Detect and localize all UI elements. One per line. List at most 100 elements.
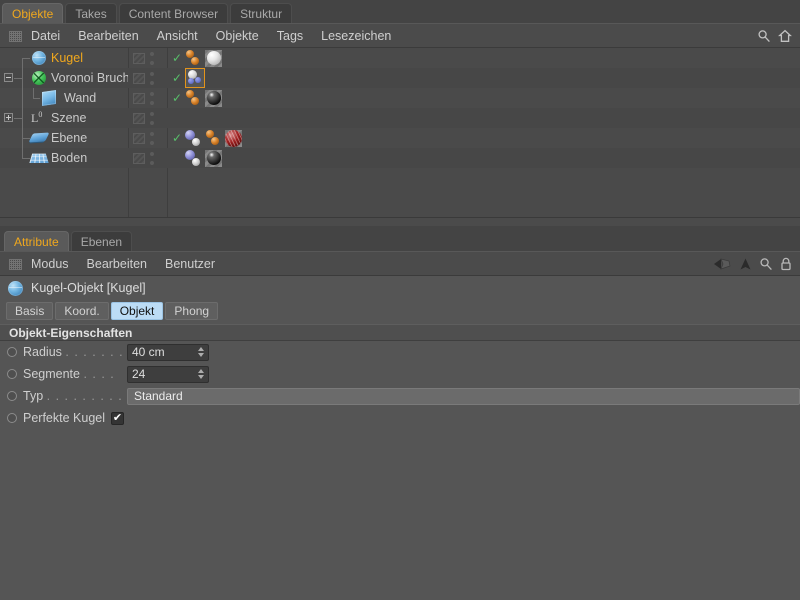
floor-object-icon[interactable] — [29, 153, 49, 163]
sub-tab-koord[interactable]: Koord. — [55, 302, 109, 320]
menu-ansicht[interactable]: Ansicht — [148, 26, 207, 46]
lock-icon[interactable] — [780, 257, 792, 271]
expand-toggle-plus-icon[interactable] — [4, 113, 13, 122]
black-material-tag-icon[interactable] — [205, 149, 222, 167]
grip-handle-icon[interactable] — [9, 258, 22, 270]
visibility-dots-icon[interactable] — [149, 71, 154, 85]
row-visibility-cell[interactable] — [128, 128, 167, 148]
sub-tab-basis[interactable]: Basis — [6, 302, 54, 320]
radius-input[interactable]: 40 cm — [127, 343, 209, 361]
scene-null-object-icon[interactable]: L0 — [31, 110, 47, 125]
row-tags-cell[interactable]: ✓ — [167, 48, 800, 68]
history-back-icon[interactable] — [712, 257, 732, 271]
segmente-stepper-icon[interactable] — [197, 368, 205, 381]
enabled-check-icon[interactable]: ✓ — [172, 132, 182, 144]
row-tags-cell[interactable]: ✓ — [167, 148, 800, 168]
visibility-dots-icon[interactable] — [149, 151, 154, 165]
visibility-chip-icon[interactable] — [133, 152, 145, 164]
grip-handle-icon[interactable] — [9, 30, 22, 42]
dynamics-tag-icon[interactable] — [185, 149, 202, 167]
orange-tag-pair-icon[interactable] — [185, 89, 202, 107]
red-material-tag-icon[interactable] — [225, 129, 242, 147]
visibility-chip-icon[interactable] — [133, 52, 145, 64]
menu-tags[interactable]: Tags — [268, 26, 312, 46]
tab-objekte[interactable]: Objekte — [2, 3, 64, 24]
menu-bearbeiten[interactable]: Bearbeiten — [69, 26, 147, 46]
table-row[interactable]: Kugel ✓ — [0, 48, 800, 68]
table-row[interactable]: Boden ✓ — [0, 148, 800, 168]
object-name[interactable]: Kugel — [51, 51, 83, 65]
object-name[interactable]: Voronoi Bruch — [51, 71, 128, 85]
row-name-cell[interactable]: L0 Szene — [0, 108, 128, 128]
menu-modus[interactable]: Modus — [22, 254, 78, 274]
tab-attribute[interactable]: Attribute — [4, 231, 69, 252]
visibility-chip-icon[interactable] — [133, 112, 145, 124]
row-tags-cell[interactable]: ✓ — [167, 108, 800, 128]
row-visibility-cell[interactable] — [128, 108, 167, 128]
perfekte-kugel-checkbox[interactable]: ✔ — [111, 411, 124, 425]
menu-benutzer[interactable]: Benutzer — [156, 254, 224, 274]
cube-object-icon[interactable] — [42, 90, 56, 106]
tab-ebenen[interactable]: Ebenen — [70, 231, 133, 252]
search-icon[interactable] — [757, 29, 771, 43]
enabled-check-icon[interactable]: ✓ — [172, 92, 182, 104]
animate-radio-icon[interactable] — [7, 369, 17, 379]
navigate-up-icon[interactable] — [739, 257, 752, 271]
menu-datei[interactable]: Datei — [22, 26, 69, 46]
sub-tab-phong[interactable]: Phong — [165, 302, 219, 320]
object-name[interactable]: Szene — [51, 111, 86, 125]
animate-radio-icon[interactable] — [7, 413, 17, 423]
visibility-chip-icon[interactable] — [133, 92, 145, 104]
object-name[interactable]: Ebene — [51, 131, 87, 145]
row-visibility-cell[interactable] — [128, 148, 167, 168]
tab-struktur[interactable]: Struktur — [230, 3, 293, 24]
visibility-dots-icon[interactable] — [149, 91, 154, 105]
row-name-cell[interactable]: Ebene — [0, 128, 128, 148]
radius-stepper-icon[interactable] — [197, 346, 205, 359]
row-name-cell[interactable]: Voronoi Bruch — [0, 68, 128, 88]
menu-objekte[interactable]: Objekte — [207, 26, 268, 46]
row-visibility-cell[interactable] — [128, 68, 167, 88]
row-name-cell[interactable]: Kugel — [0, 48, 128, 68]
plane-object-icon[interactable] — [28, 132, 50, 143]
enabled-check-icon[interactable]: ✓ — [172, 52, 182, 64]
visibility-chip-icon[interactable] — [133, 72, 145, 84]
orange-tag-pair-icon[interactable] — [185, 49, 202, 67]
voronoi-fracture-object-icon[interactable] — [32, 71, 46, 85]
object-name[interactable]: Wand — [64, 91, 96, 105]
tab-takes[interactable]: Takes — [65, 3, 117, 24]
visibility-dots-icon[interactable] — [149, 111, 154, 125]
animate-radio-icon[interactable] — [7, 391, 17, 401]
sphere-object-icon[interactable] — [32, 51, 46, 65]
row-tags-cell[interactable]: ✓ — [167, 68, 800, 88]
table-row[interactable]: Wand ✓ — [0, 88, 800, 108]
row-tags-cell[interactable]: ✓ — [167, 88, 800, 108]
table-row[interactable]: Ebene ✓ — [0, 128, 800, 148]
animate-radio-icon[interactable] — [7, 347, 17, 357]
collapse-toggle-minus-icon[interactable] — [4, 73, 13, 82]
object-manager-tree[interactable]: Kugel ✓ Voronoi Bruch ✓ Wand ✓ L0 Szene … — [0, 48, 800, 218]
tab-content-browser[interactable]: Content Browser — [118, 3, 229, 24]
row-tags-cell[interactable]: ✓ — [167, 128, 800, 148]
menu-am-bearbeiten[interactable]: Bearbeiten — [78, 254, 156, 274]
selected-fracture-tag-icon[interactable] — [185, 68, 205, 88]
row-visibility-cell[interactable] — [128, 88, 167, 108]
typ-dropdown[interactable]: Standard — [127, 387, 800, 405]
home-icon[interactable] — [778, 29, 792, 43]
black-material-tag-icon[interactable] — [205, 89, 222, 107]
row-name-cell[interactable]: Boden — [0, 148, 128, 168]
sub-tab-objekt[interactable]: Objekt — [110, 302, 164, 320]
visibility-chip-icon[interactable] — [133, 132, 145, 144]
enabled-check-icon[interactable]: ✓ — [172, 72, 182, 84]
object-name[interactable]: Boden — [51, 151, 87, 165]
visibility-dots-icon[interactable] — [149, 51, 154, 65]
dynamics-tag-icon[interactable] — [185, 129, 202, 147]
white-material-tag-icon[interactable] — [205, 49, 222, 67]
search-icon[interactable] — [759, 257, 773, 271]
row-visibility-cell[interactable] — [128, 48, 167, 68]
table-row[interactable]: Voronoi Bruch ✓ — [0, 68, 800, 88]
visibility-dots-icon[interactable] — [149, 131, 154, 145]
row-name-cell[interactable]: Wand — [0, 88, 128, 108]
menu-lesezeichen[interactable]: Lesezeichen — [312, 26, 400, 46]
segmente-input[interactable]: 24 — [127, 365, 209, 383]
